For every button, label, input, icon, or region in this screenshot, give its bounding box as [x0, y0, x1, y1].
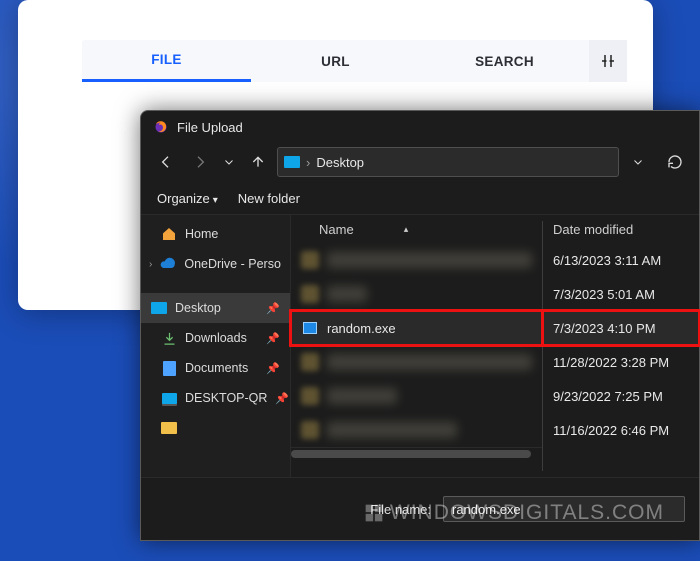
sidebar-item-desktop[interactable]: Desktop 📌: [141, 293, 290, 323]
nav-recent-button[interactable]: [219, 147, 239, 177]
folder-icon: [161, 422, 177, 434]
tab-settings-button[interactable]: [589, 40, 627, 82]
sidebar-item-label: DESKTOP-QR: [185, 391, 267, 405]
chevron-down-icon: [632, 156, 644, 168]
file-row-selected[interactable]: random.exe: [291, 311, 542, 345]
file-icon: [301, 387, 319, 405]
arrow-left-icon: [158, 154, 174, 170]
dialog-title: File Upload: [177, 120, 243, 135]
file-icon: [301, 353, 319, 371]
download-icon: [161, 330, 177, 346]
breadcrumb-sep-icon: ›: [306, 155, 310, 170]
file-upload-dialog: File Upload › Desktop Organize▾ New fold…: [140, 110, 700, 541]
chevron-down-icon: [223, 156, 235, 168]
sort-asc-icon: ▴: [404, 224, 409, 235]
file-date: 11/28/2022 3:28 PM: [543, 345, 699, 379]
pin-icon: 📌: [275, 392, 289, 405]
arrow-up-icon: [250, 154, 266, 170]
file-name: random.exe: [327, 321, 396, 336]
pc-icon: [162, 393, 177, 404]
arrow-right-icon: [192, 154, 208, 170]
sidebar-item-label: Documents: [185, 361, 248, 375]
nav-forward-button[interactable]: [185, 147, 215, 177]
tab-url[interactable]: URL: [251, 40, 420, 82]
firefox-icon: [153, 119, 169, 135]
file-row[interactable]: [291, 379, 542, 413]
sidebar-item-folder[interactable]: [141, 413, 290, 443]
desktop-icon: [151, 302, 167, 314]
tab-file[interactable]: FILE: [82, 40, 251, 82]
watermark-text: WINDOWSDIGITALS.COM: [390, 501, 664, 525]
file-name-blurred: [327, 354, 532, 370]
cloud-icon: [160, 256, 176, 272]
column-header-date[interactable]: Date modified: [543, 215, 699, 243]
new-folder-label: New folder: [238, 191, 300, 206]
file-date: 7/3/2023 4:10 PM: [543, 311, 699, 345]
watermark: WINDOWSDIGITALS.COM: [364, 501, 664, 525]
breadcrumb-dropdown-button[interactable]: [623, 147, 653, 177]
file-date: 9/23/2022 7:25 PM: [543, 379, 699, 413]
refresh-icon: [667, 154, 683, 170]
file-row[interactable]: [291, 413, 542, 447]
file-icon: [301, 285, 319, 303]
file-date: 11/16/2022 6:46 PM: [543, 413, 699, 447]
column-header-name[interactable]: Name ▴: [291, 215, 542, 243]
documents-icon: [163, 361, 176, 376]
desktop-icon: [284, 156, 300, 168]
tab-search[interactable]: SEARCH: [420, 40, 589, 82]
sidebar-item-home[interactable]: Home: [141, 219, 290, 249]
pin-icon: 📌: [266, 332, 280, 345]
column-header-date-label: Date modified: [553, 222, 633, 237]
caret-down-icon: ▾: [213, 195, 218, 206]
file-name-blurred: [327, 286, 367, 302]
breadcrumb[interactable]: › Desktop: [277, 147, 619, 177]
dialog-navbar: › Desktop: [141, 143, 699, 185]
new-folder-button[interactable]: New folder: [238, 191, 300, 206]
file-list: Name ▴ random.exe Date modified 6/13/2023…: [291, 215, 699, 477]
breadcrumb-location: Desktop: [316, 155, 364, 170]
chevron-right-icon: ›: [149, 259, 152, 270]
file-icon: [301, 251, 319, 269]
sidebar-item-documents[interactable]: Documents 📌: [141, 353, 290, 383]
pin-icon: 📌: [266, 362, 280, 375]
file-name-blurred: [327, 252, 532, 268]
sidebar-item-desktop-qr[interactable]: DESKTOP-QR 📌: [141, 383, 290, 413]
file-date: 7/3/2023 5:01 AM: [543, 277, 699, 311]
dialog-titlebar: File Upload: [141, 111, 699, 143]
sidebar-item-label: Home: [185, 227, 218, 241]
nav-up-button[interactable]: [243, 147, 273, 177]
tab-file-label: FILE: [151, 52, 181, 67]
organize-label: Organize: [157, 191, 210, 206]
sliders-icon: [599, 52, 617, 70]
sidebar-item-onedrive[interactable]: › OneDrive - Perso: [141, 249, 290, 279]
sidebar-item-label: Desktop: [175, 301, 221, 315]
file-icon: [301, 421, 319, 439]
file-name-blurred: [327, 388, 397, 404]
organize-menu[interactable]: Organize▾: [157, 191, 218, 206]
windows-logo-icon: [364, 503, 384, 523]
horizontal-scrollbar[interactable]: [291, 447, 542, 459]
refresh-button[interactable]: [661, 148, 689, 176]
file-name-blurred: [327, 422, 457, 438]
sidebar-item-label: Downloads: [185, 331, 247, 345]
tab-search-label: SEARCH: [475, 54, 534, 69]
dialog-toolbar: Organize▾ New folder: [141, 185, 699, 215]
file-date: 6/13/2023 3:11 AM: [543, 243, 699, 277]
column-header-name-label: Name: [319, 222, 354, 237]
sidebar-item-downloads[interactable]: Downloads 📌: [141, 323, 290, 353]
exe-icon: [301, 319, 319, 337]
home-icon: [161, 226, 177, 242]
sidebar-item-label: OneDrive - Perso: [184, 257, 281, 271]
scrollbar-thumb[interactable]: [291, 450, 531, 458]
file-row[interactable]: [291, 277, 542, 311]
upload-tabs: FILE URL SEARCH: [82, 40, 627, 82]
nav-back-button[interactable]: [151, 147, 181, 177]
tab-url-label: URL: [321, 54, 350, 69]
sidebar: Home › OneDrive - Perso Desktop 📌 Downlo…: [141, 215, 291, 477]
pin-icon: 📌: [266, 302, 280, 315]
file-row[interactable]: [291, 243, 542, 277]
file-row[interactable]: [291, 345, 542, 379]
